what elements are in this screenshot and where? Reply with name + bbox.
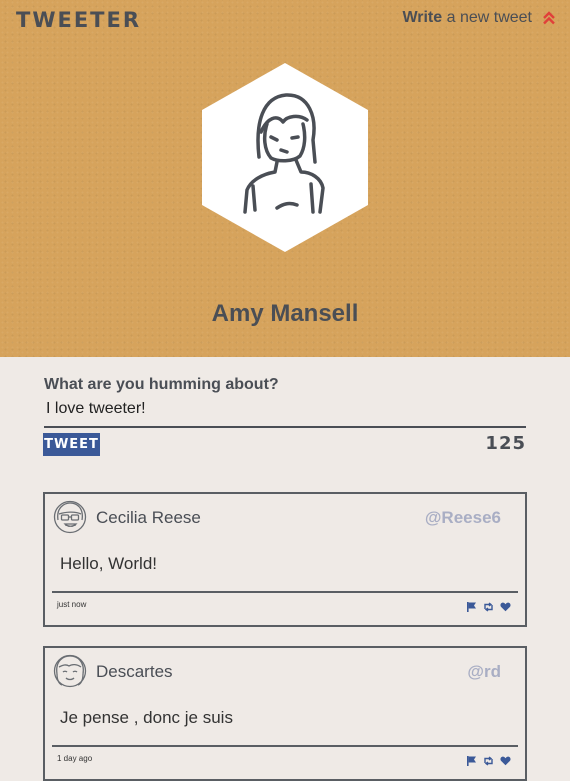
tweet-handle[interactable]: @rd <box>467 662 501 682</box>
tweet-card: Descartes @rd Je pense , donc je suis 1 … <box>43 646 527 781</box>
avatar[interactable] <box>53 500 87 534</box>
compose-input[interactable] <box>44 397 528 421</box>
tweet-handle[interactable]: @Reese6 <box>425 508 501 528</box>
heart-icon[interactable] <box>500 756 511 766</box>
tweet-text: Je pense , donc je suis <box>60 708 233 727</box>
heart-icon[interactable] <box>500 602 511 612</box>
tweet-button[interactable]: TWEET <box>43 433 100 456</box>
profile-avatar <box>201 62 369 253</box>
char-count: 125 <box>485 433 526 454</box>
chevrons-up-icon <box>542 11 556 25</box>
flag-icon[interactable] <box>466 756 477 766</box>
write-label-strong: Write <box>402 9 443 26</box>
retweet-icon[interactable] <box>483 756 494 766</box>
tweet-card: Cecilia Reese @Reese6 Hello, World! just… <box>43 492 527 627</box>
profile-name: Amy Mansell <box>211 300 359 327</box>
tweet-actions <box>466 756 511 766</box>
flag-icon[interactable] <box>466 602 477 612</box>
compose-divider <box>44 426 526 428</box>
tweet-time: just now <box>57 600 87 609</box>
brand-logo[interactable]: TWEETER <box>16 8 141 32</box>
tweet-text: Hello, World! <box>60 554 157 573</box>
write-label-rest: a new tweet <box>446 9 532 26</box>
tweet-divider <box>52 591 518 593</box>
compose-label: What are you humming about? <box>44 376 279 393</box>
tweet-author[interactable]: Cecilia Reese <box>96 508 201 528</box>
retweet-icon[interactable] <box>483 602 494 612</box>
profile-hero: TWEETER Write a new tweet Amy Mansell <box>0 0 570 357</box>
write-new-tweet-link[interactable]: Write a new tweet <box>402 9 556 27</box>
avatar[interactable] <box>53 654 87 688</box>
tweet-actions <box>466 602 511 612</box>
tweet-author[interactable]: Descartes <box>96 662 173 682</box>
tweet-divider <box>52 745 518 747</box>
